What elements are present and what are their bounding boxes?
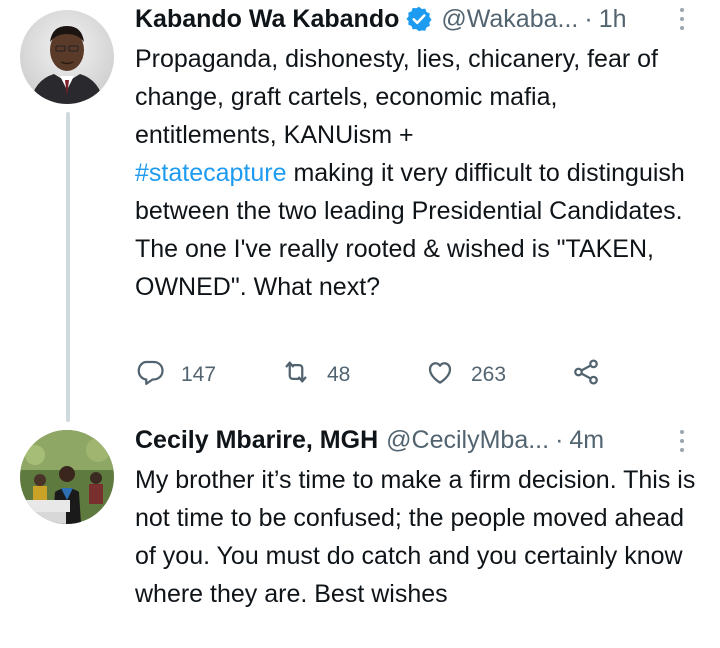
author-handle[interactable]: @Wakaba... — [441, 4, 578, 34]
separator-dot: · — [555, 426, 564, 454]
timestamp[interactable]: 4m — [569, 425, 604, 455]
author-handle[interactable]: @CecilyMba... — [386, 425, 549, 455]
more-options-icon[interactable] — [678, 8, 686, 30]
like-button[interactable]: 263 — [425, 357, 506, 393]
tweet-header: Cecily Mbarire, MGH @CecilyMba... · 4m — [135, 425, 604, 455]
avatar-cecily[interactable] — [20, 430, 114, 524]
reply-icon — [135, 357, 165, 393]
tweet-text: My brother it’s time to make a firm deci… — [135, 466, 696, 608]
tweet-actions: 147 48 263 — [135, 357, 615, 397]
like-count: 263 — [471, 363, 507, 386]
reply-count: 147 — [181, 363, 217, 386]
retweet-icon — [281, 357, 311, 393]
retweet-button[interactable]: 48 — [281, 357, 350, 393]
tweet-header: Kabando Wa Kabando @Wakaba... · 1h — [135, 4, 627, 34]
avatar-kabando[interactable] — [20, 10, 114, 104]
timestamp[interactable]: 1h — [599, 4, 627, 34]
retweet-count: 48 — [327, 363, 351, 386]
share-button[interactable] — [571, 357, 601, 393]
author-name[interactable]: Cecily Mbarire, MGH — [135, 425, 378, 455]
more-options-icon[interactable] — [678, 430, 686, 452]
like-icon — [425, 357, 455, 393]
share-icon — [571, 357, 601, 393]
tweet-text: Propaganda, dishonesty, lies, chicanery,… — [135, 40, 705, 306]
author-name[interactable]: Kabando Wa Kabando — [135, 4, 399, 34]
reply-button[interactable]: 147 — [135, 357, 216, 393]
verified-badge-icon — [405, 5, 433, 33]
thread-connector-line — [66, 112, 70, 422]
hashtag-link[interactable]: #statecapture — [135, 159, 287, 187]
tweet-text-part: Propaganda, dishonesty, lies, chicanery,… — [135, 45, 658, 149]
separator-dot: · — [584, 5, 593, 33]
